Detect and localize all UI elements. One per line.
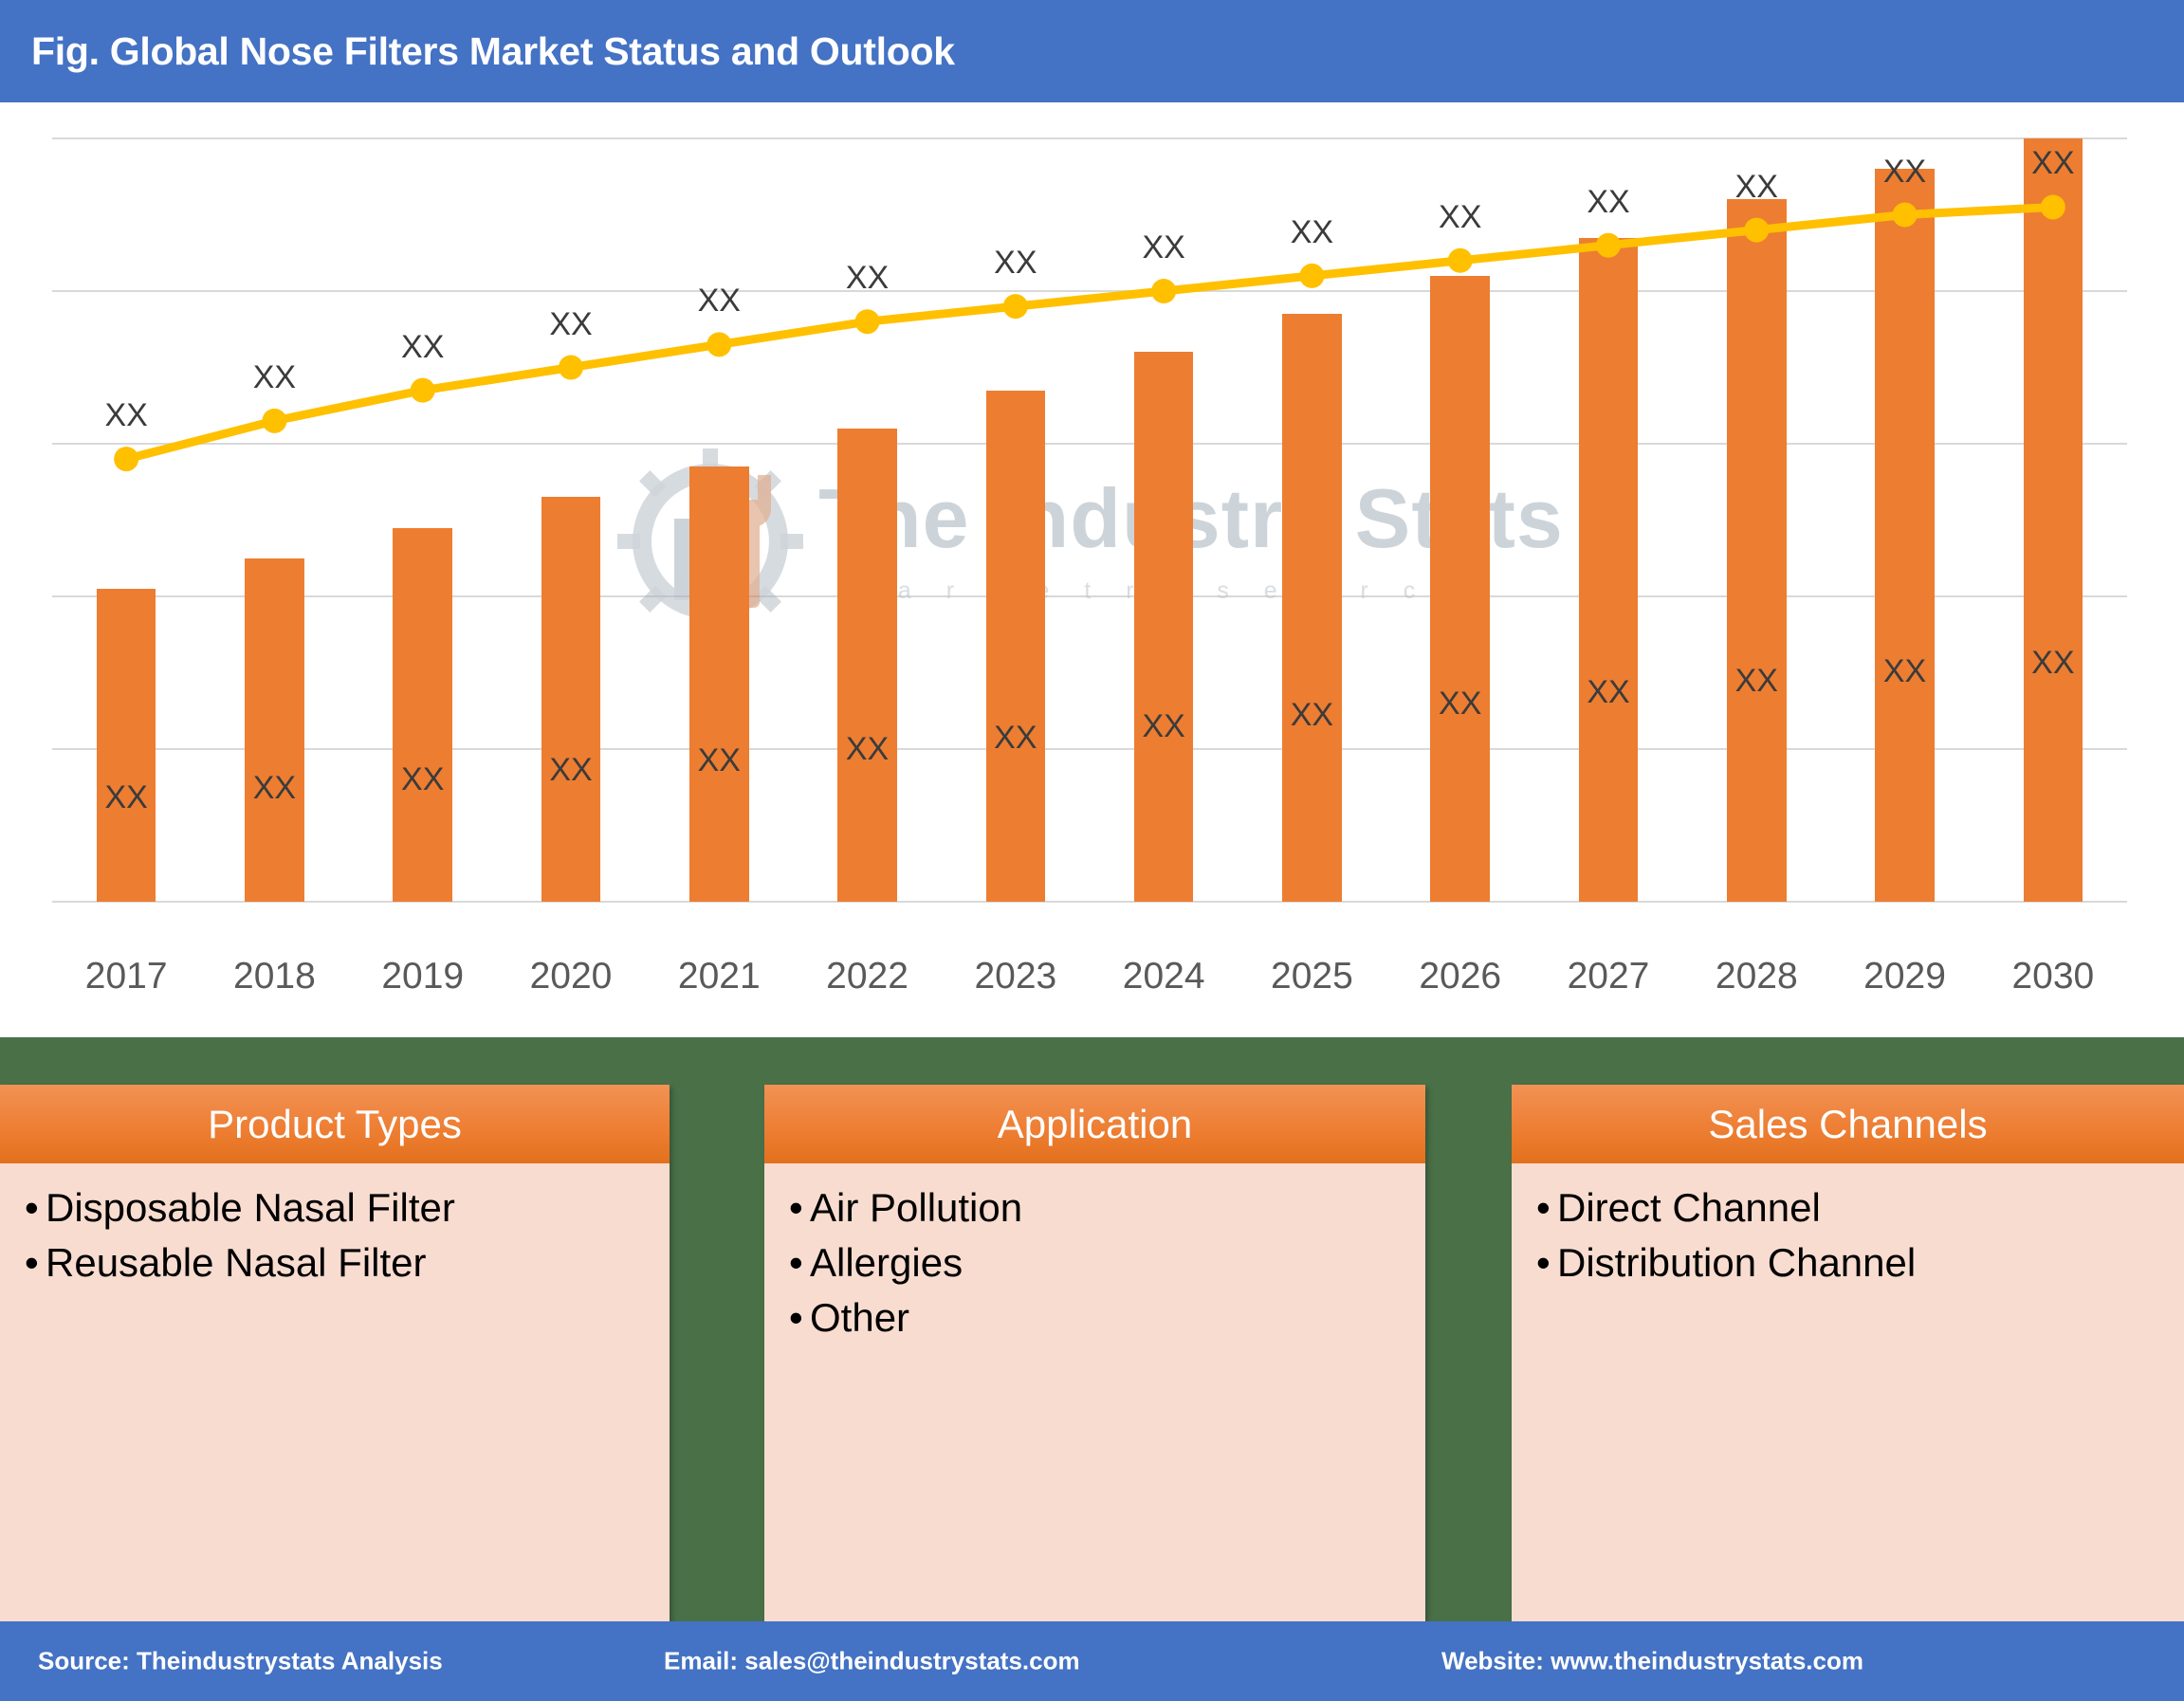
figure-footer: Source: Theindustrystats Analysis Email:… xyxy=(0,1621,2184,1701)
x-axis-tick-label: 2026 xyxy=(1419,956,1502,997)
x-axis-tick-label: 2022 xyxy=(826,956,908,997)
bar-value-label: XX xyxy=(1587,673,1630,710)
list-item: • Direct Channel xyxy=(1536,1180,2159,1235)
growth-rate-value-label: XX xyxy=(1587,183,1630,220)
growth-rate-value-label: XX xyxy=(1290,213,1334,250)
growth-rate-value-label: XX xyxy=(1142,229,1185,265)
list-item: • Reusable Nasal Filter xyxy=(25,1235,645,1290)
panel-sales-channels-title: Sales Channels xyxy=(1708,1101,1988,1146)
footer-email: Email: sales@theindustrystats.com xyxy=(664,1646,1080,1675)
panel-product-types-title: Product Types xyxy=(208,1101,462,1146)
growth-rate-value-label: XX xyxy=(845,260,890,297)
bullet-icon: • xyxy=(789,1185,803,1230)
x-axis-tick-label: 2020 xyxy=(529,956,613,997)
list-item: • Allergies xyxy=(789,1235,1401,1290)
footer-website: Website: www.theindustrystats.com xyxy=(1441,1646,1863,1675)
x-axis-tick-label: 2023 xyxy=(974,956,1057,997)
panel-sales-channels: Sales Channels • Direct Channel • Distri… xyxy=(1512,1085,2184,1621)
list-item: • Other xyxy=(789,1290,1401,1345)
growth-rate-value-label: XX xyxy=(994,245,1037,282)
x-axis-tick-label: 2029 xyxy=(1863,956,1946,997)
bar-value-label: XX xyxy=(549,752,593,788)
list-item-label: Air Pollution xyxy=(810,1185,1023,1230)
bullet-icon: • xyxy=(789,1294,803,1340)
bullet-icon: • xyxy=(25,1239,39,1285)
footer-source: Source: Theindustrystats Analysis xyxy=(38,1646,443,1675)
bullet-icon: • xyxy=(789,1239,803,1285)
list-item-label: Distribution Channel xyxy=(1557,1239,1917,1285)
page-title: Fig. Global Nose Filters Market Status a… xyxy=(31,28,955,73)
growth-rate-value-label: XX xyxy=(1439,198,1482,235)
panel-product-types: Product Types • Disposable Nasal Filter … xyxy=(0,1085,670,1621)
x-axis-tick-label: 2019 xyxy=(381,956,465,997)
bar-value-label: XX xyxy=(1734,662,1778,699)
bar-value-label: XX xyxy=(401,760,445,797)
bullet-icon: • xyxy=(1536,1185,1551,1230)
panel-application-title: Application xyxy=(997,1101,1193,1146)
list-item-label: Other xyxy=(810,1294,910,1340)
x-axis-tick-label: 2024 xyxy=(1122,956,1205,997)
panel-application-body: • Air Pollution • Allergies • Other xyxy=(764,1163,1425,1345)
figure-title-bar: Fig. Global Nose Filters Market Status a… xyxy=(0,0,2184,102)
chart-panel: The Industry Stats m a r k e t r e s e a… xyxy=(0,102,2184,1097)
category-panels-strip: Product Types • Disposable Nasal Filter … xyxy=(0,1037,2184,1621)
bar-value-label: XX xyxy=(1882,653,1927,690)
panel-application: Application • Air Pollution • Allergies … xyxy=(764,1085,1425,1621)
panel-sales-channels-body: • Direct Channel • Distribution Channel xyxy=(1512,1163,2184,1290)
figure-page: Fig. Global Nose Filters Market Status a… xyxy=(0,0,2184,1701)
list-item: • Distribution Channel xyxy=(1536,1235,2159,1290)
bar-value-label: XX xyxy=(252,770,297,807)
bar-value-label: XX xyxy=(2031,644,2075,681)
growth-rate-value-label: XX xyxy=(1882,153,1927,190)
growth-rate-value-label: XX xyxy=(252,358,297,395)
growth-rate-value-label: XX xyxy=(2031,145,2075,182)
panel-sales-channels-header: Sales Channels xyxy=(1512,1085,2184,1163)
bullet-icon: • xyxy=(1536,1239,1551,1285)
list-item: • Air Pollution xyxy=(789,1180,1401,1235)
panel-application-header: Application xyxy=(764,1085,1425,1163)
x-axis-tick-label: 2025 xyxy=(1271,956,1353,997)
bar-value-label: XX xyxy=(845,731,890,768)
x-axis-tick-label: 2030 xyxy=(2011,956,2095,997)
x-axis-tick-label: 2028 xyxy=(1715,956,1798,997)
chart-data-labels: XX XX XX XX XX XX XX XX XX XX XX XX XX XX XX XX XX XX XX XX… xyxy=(52,138,2127,902)
bar-value-label: XX xyxy=(994,720,1037,757)
growth-rate-value-label: XX xyxy=(1734,168,1778,205)
list-item-label: Reusable Nasal Filter xyxy=(46,1239,427,1285)
list-item-label: Direct Channel xyxy=(1557,1185,1821,1230)
growth-rate-value-label: XX xyxy=(104,397,148,434)
list-item: • Disposable Nasal Filter xyxy=(25,1180,645,1235)
chart-x-axis: 2017 2018 2019 2020 2021 2022 2023 2024 2025 2026… xyxy=(52,956,2127,1009)
panel-product-types-header: Product Types xyxy=(0,1085,670,1163)
bar-value-label: XX xyxy=(697,742,741,779)
bar-value-label: XX xyxy=(1142,708,1185,745)
growth-rate-value-label: XX xyxy=(549,305,593,342)
growth-rate-value-label: XX xyxy=(697,283,741,320)
list-item-label: Allergies xyxy=(810,1239,964,1285)
bar-value-label: XX xyxy=(1290,697,1334,734)
x-axis-tick-label: 2017 xyxy=(84,956,168,997)
growth-rate-value-label: XX xyxy=(401,328,445,365)
bullet-icon: • xyxy=(25,1185,39,1230)
bar-value-label: XX xyxy=(104,778,148,815)
panel-product-types-body: • Disposable Nasal Filter • Reusable Nas… xyxy=(0,1163,670,1290)
chart-plot-area: The Industry Stats m a r k e t r e s e a… xyxy=(52,137,2127,903)
x-axis-tick-label: 2018 xyxy=(233,956,316,997)
bar-value-label: XX xyxy=(1439,685,1482,722)
list-item-label: Disposable Nasal Filter xyxy=(46,1185,455,1230)
x-axis-tick-label: 2027 xyxy=(1567,956,1650,997)
x-axis-tick-label: 2021 xyxy=(677,956,761,997)
